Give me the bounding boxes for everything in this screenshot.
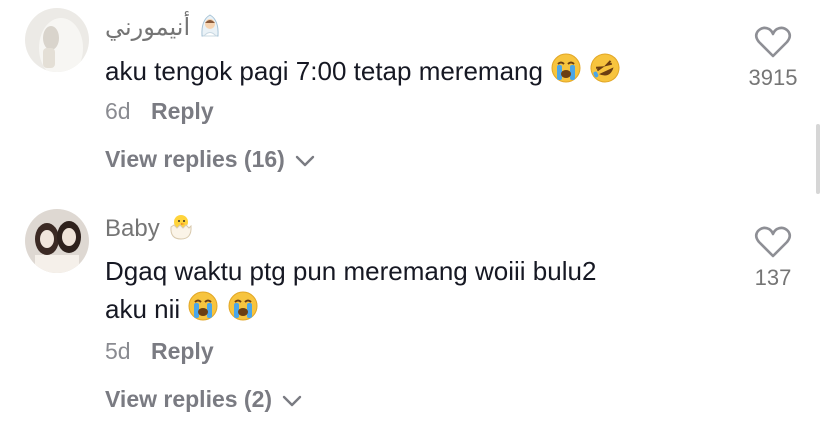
reply-button[interactable]: Reply: [151, 338, 214, 364]
bride-emoji-icon: [197, 12, 223, 45]
loudly-crying-emoji-icon: [187, 290, 219, 332]
comment-text-line: Dgaq waktu ptg pun meremang woiii bulu2: [105, 256, 597, 286]
chevron-down-icon: [282, 387, 302, 414]
view-replies-label: View replies (16): [105, 146, 285, 172]
loudly-crying-emoji-icon: [550, 52, 582, 94]
comment-item: Baby Dgaq waktu ptg pun meremang woiii b…: [0, 200, 828, 430]
view-replies-button[interactable]: View replies (2): [105, 386, 302, 414]
like-button[interactable]: 137: [738, 224, 808, 291]
view-replies-button[interactable]: View replies (16): [105, 146, 315, 174]
comment-username[interactable]: Baby: [105, 211, 196, 248]
comment-username[interactable]: أنيمورني: [105, 12, 223, 45]
avatar[interactable]: [25, 209, 89, 273]
heart-icon: [753, 26, 793, 64]
heart-icon: [753, 226, 793, 264]
comment-text-content: aku nii: [105, 294, 181, 324]
comment-time: 6d: [105, 98, 131, 124]
hatching-chick-emoji-icon: [166, 211, 196, 248]
rolling-laughing-emoji-icon: [589, 52, 621, 94]
username-text: Baby: [105, 214, 160, 242]
scrollbar-thumb[interactable]: [816, 124, 820, 194]
loudly-crying-emoji-icon: [227, 290, 259, 332]
like-count: 137: [754, 265, 792, 290]
comment-item: أنيمورني aku tengok pagi 7:00 tetap mere…: [0, 0, 828, 200]
avatar[interactable]: [25, 8, 89, 72]
chevron-down-icon: [295, 147, 315, 174]
like-count: 3915: [748, 65, 798, 90]
view-replies-label: View replies (2): [105, 386, 273, 412]
like-button[interactable]: 3915: [738, 24, 808, 91]
comment-text-content: aku tengok pagi 7:00 tetap meremang: [105, 56, 543, 86]
comment-text: Dgaq waktu ptg pun meremang woiii bulu2 …: [105, 252, 705, 332]
comment-text: aku tengok pagi 7:00 tetap meremang: [105, 52, 705, 94]
reply-button[interactable]: Reply: [151, 98, 214, 124]
comment-text-line: aku nii: [105, 290, 705, 332]
comment-meta: 6d Reply: [105, 98, 214, 125]
comment-time: 5d: [105, 338, 131, 364]
username-text: أنيمورني: [105, 13, 191, 41]
comment-meta: 5d Reply: [105, 338, 214, 365]
